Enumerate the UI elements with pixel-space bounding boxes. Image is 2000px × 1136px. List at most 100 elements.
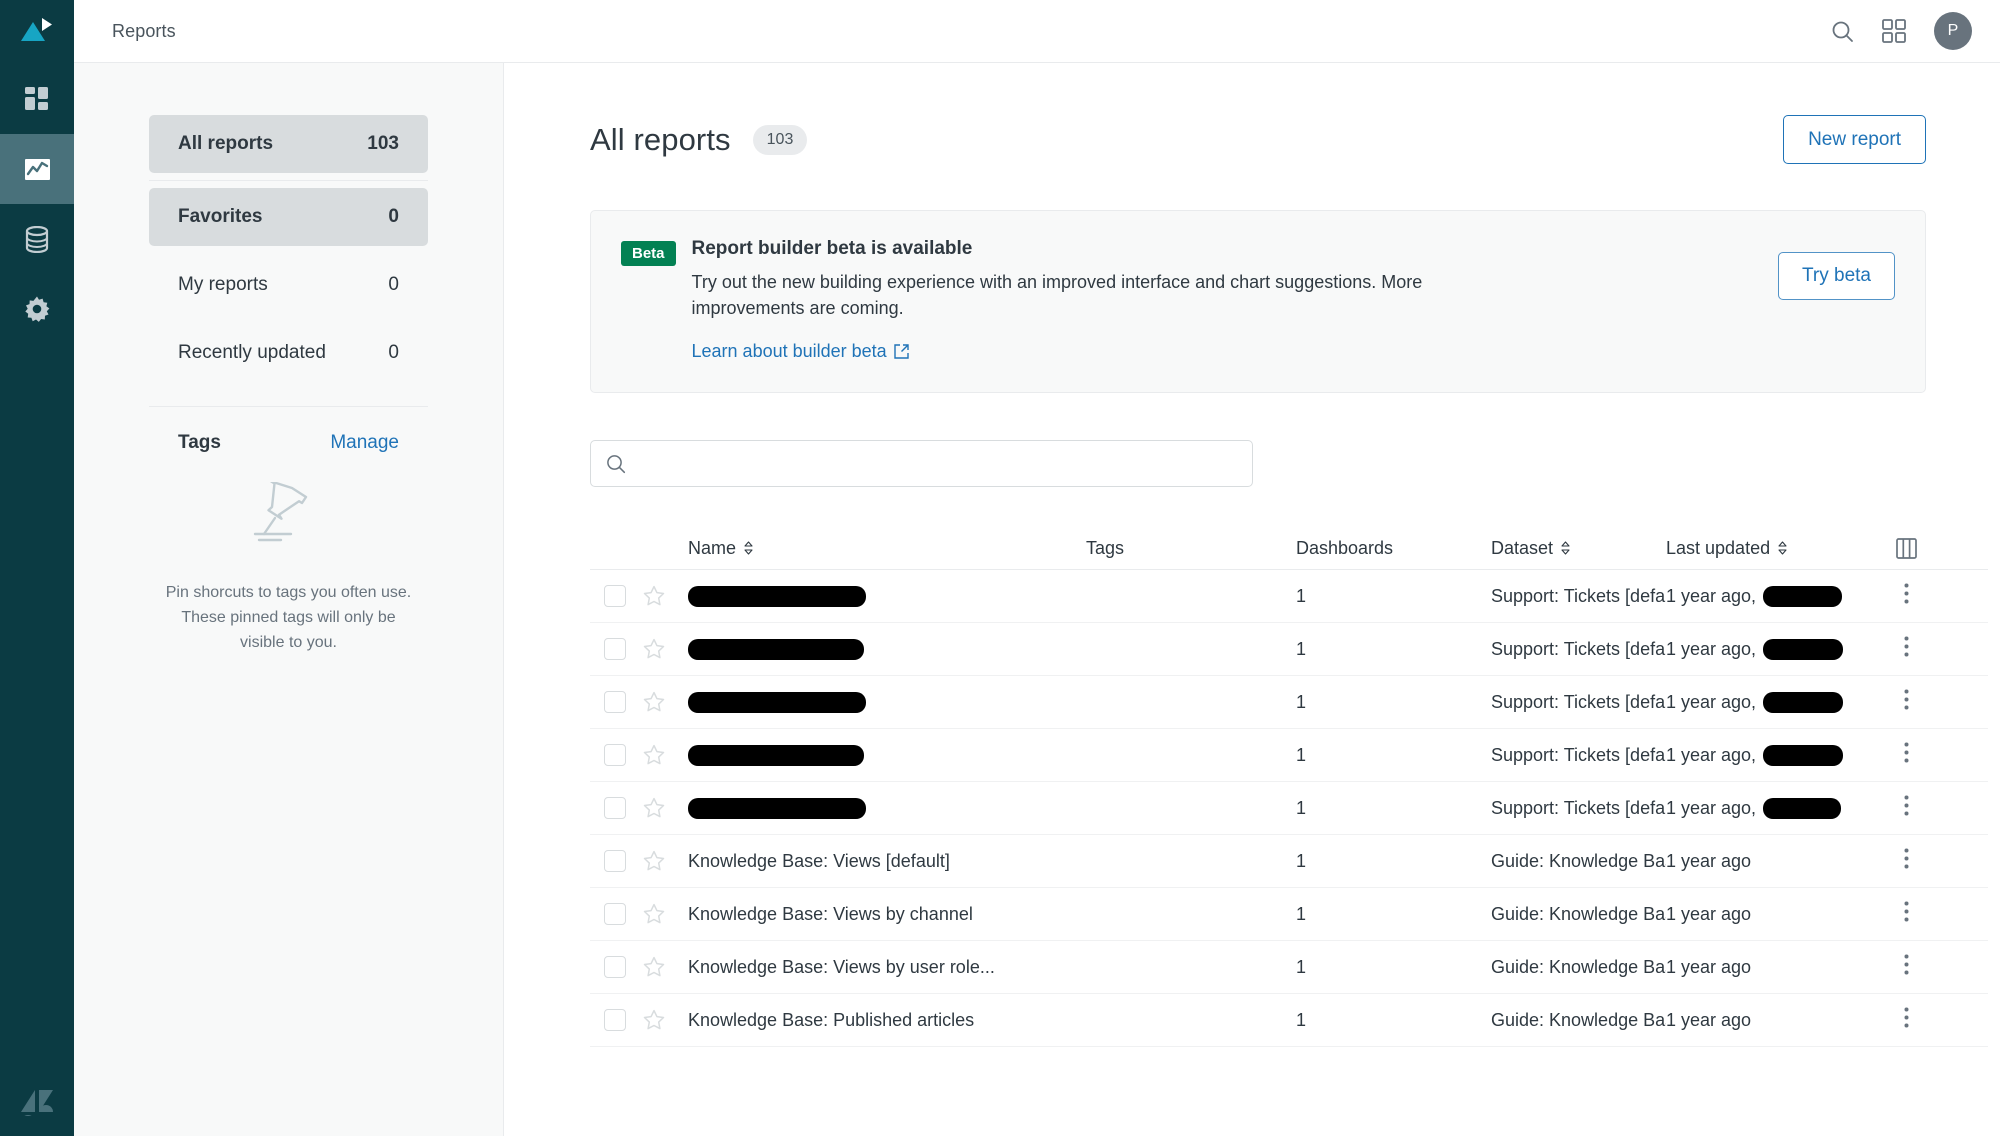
- settings-gear-icon: [25, 296, 50, 322]
- sort-name[interactable]: Name: [688, 538, 754, 559]
- row-overflow-menu[interactable]: [1904, 795, 1909, 821]
- sort-last-updated[interactable]: Last updated: [1666, 538, 1788, 559]
- row-dashboards-cell: 1: [1296, 639, 1491, 660]
- rail-item-dashboards[interactable]: [0, 64, 74, 134]
- row-overflow-menu-icon: [1904, 689, 1908, 710]
- last-updated-text: 1 year ago: [1666, 903, 1752, 924]
- table-row[interactable]: Knowledge Base: Views by user role... 1 Gu…: [590, 941, 1988, 995]
- apps-grid-icon[interactable]: [1882, 19, 1906, 43]
- new-report-button[interactable]: New report: [1783, 115, 1926, 164]
- tags-manage-link[interactable]: Manage: [330, 432, 399, 454]
- row-dashboards: 1: [1296, 903, 1307, 924]
- report-name[interactable]: Knowledge Base: Views [default]: [688, 851, 950, 871]
- row-checkbox[interactable]: [604, 585, 626, 608]
- row-overflow-menu[interactable]: [1904, 901, 1909, 927]
- row-menu-cell[interactable]: [1876, 742, 1936, 768]
- search-input[interactable]: [637, 453, 1237, 474]
- topbar: Reports P: [74, 0, 2000, 63]
- row-favorite-cell[interactable]: [643, 956, 688, 978]
- search-section: [590, 440, 1926, 488]
- row-favorite-cell[interactable]: [643, 691, 688, 713]
- row-menu-cell[interactable]: [1876, 901, 1936, 927]
- row-favorite-cell[interactable]: [643, 585, 688, 607]
- row-overflow-menu[interactable]: [1904, 689, 1909, 715]
- sidebar-item-my-reports[interactable]: My reports 0: [149, 256, 428, 314]
- row-menu-cell[interactable]: [1876, 795, 1936, 821]
- row-checkbox[interactable]: [604, 797, 626, 820]
- row-favorite-cell[interactable]: [643, 1009, 688, 1031]
- header-tags: Tags: [1086, 538, 1296, 559]
- row-checkbox[interactable]: [604, 903, 626, 926]
- header-dashboards-label: Dashboards: [1296, 537, 1394, 558]
- row-checkbox[interactable]: [604, 691, 626, 714]
- rail-item-datasets[interactable]: [0, 204, 74, 274]
- row-menu-cell[interactable]: [1876, 583, 1936, 609]
- row-checkbox[interactable]: [604, 956, 626, 979]
- row-menu-cell[interactable]: [1876, 954, 1936, 980]
- rail-item-settings[interactable]: [0, 274, 74, 344]
- row-dataset: Support: Tickets [defau: [1491, 797, 1666, 818]
- header-last-updated-label: Last updated: [1666, 537, 1771, 558]
- row-overflow-menu[interactable]: [1904, 742, 1909, 768]
- row-menu-cell[interactable]: [1876, 1007, 1936, 1033]
- row-dashboards: 1: [1296, 585, 1307, 606]
- row-checkbox[interactable]: [604, 744, 626, 767]
- row-favorite-cell[interactable]: [643, 744, 688, 766]
- row-menu-cell[interactable]: [1876, 689, 1936, 715]
- row-checkbox[interactable]: [604, 638, 626, 661]
- header-last-updated[interactable]: Last updated: [1666, 538, 1876, 559]
- row-checkbox-cell: [590, 903, 643, 926]
- row-favorite-cell[interactable]: [643, 797, 688, 819]
- row-checkbox[interactable]: [604, 850, 626, 873]
- table-row[interactable]: Knowledge Base: Views [default] 1 Guide: K…: [590, 835, 1988, 889]
- row-menu-cell[interactable]: [1876, 848, 1936, 874]
- row-checkbox[interactable]: [604, 1009, 626, 1032]
- row-favorite-cell[interactable]: [643, 638, 688, 660]
- table-row[interactable]: 1 Support: Tickets [defau 1 year ago,: [590, 623, 1988, 677]
- row-dataset: Guide: Knowledge Base: [1491, 1009, 1666, 1030]
- sidebar-item-recently-updated[interactable]: Recently updated 0: [149, 324, 428, 382]
- search-icon[interactable]: [1831, 20, 1854, 43]
- sidebar-item-label: Recently updated: [178, 342, 326, 363]
- row-favorite-cell[interactable]: [643, 850, 688, 872]
- search-box[interactable]: [590, 440, 1253, 488]
- header-columns-settings[interactable]: [1876, 537, 1936, 559]
- row-dashboards-cell: 1: [1296, 904, 1491, 925]
- row-overflow-menu[interactable]: [1904, 848, 1909, 874]
- header-dataset[interactable]: Dataset: [1491, 538, 1666, 559]
- row-last-updated-cell: 1 year ago: [1666, 1010, 1876, 1031]
- rail-item-reports[interactable]: [0, 134, 74, 204]
- header-name[interactable]: Name: [688, 538, 1086, 559]
- table-row[interactable]: 1 Support: Tickets [defau 1 year ago,: [590, 570, 1988, 624]
- table-row[interactable]: Knowledge Base: Published articles 1 Guide…: [590, 994, 1988, 1048]
- table-row[interactable]: Knowledge Base: Views by channel 1 Guide: …: [590, 888, 1988, 942]
- table-row[interactable]: 1 Support: Tickets [defau 1 year ago,: [590, 782, 1988, 836]
- row-checkbox-cell: [590, 1009, 643, 1032]
- learn-about-builder-beta-link[interactable]: Learn about builder beta: [692, 341, 909, 362]
- last-updated-text: 1 year ago,: [1666, 585, 1757, 606]
- app-root: Reports P All reports 103 Favorites 0 My…: [0, 0, 2000, 1136]
- avatar[interactable]: P: [1934, 12, 1972, 50]
- report-name[interactable]: Knowledge Base: Published articles: [688, 1010, 974, 1030]
- row-overflow-menu-icon: [1904, 954, 1908, 975]
- sidebar-item-all-reports[interactable]: All reports 103: [149, 115, 428, 173]
- row-overflow-menu[interactable]: [1904, 583, 1909, 609]
- sort-dataset[interactable]: Dataset: [1491, 538, 1571, 559]
- report-name[interactable]: Knowledge Base: Views by channel: [688, 904, 973, 924]
- row-overflow-menu-icon: [1904, 848, 1908, 869]
- avatar-initial: P: [1947, 22, 1959, 39]
- table-row[interactable]: 1 Support: Tickets [defau 1 year ago,: [590, 676, 1988, 730]
- table-row[interactable]: 1 Support: Tickets [defau 1 year ago,: [590, 729, 1988, 783]
- row-favorite-cell[interactable]: [643, 903, 688, 925]
- row-overflow-menu[interactable]: [1904, 1007, 1909, 1033]
- row-dataset: Support: Tickets [defau: [1491, 585, 1666, 606]
- try-beta-button[interactable]: Try beta: [1778, 252, 1895, 300]
- sidebar-nav-list-2: Favorites 0 My reports 0 Recently update…: [74, 188, 503, 382]
- favorite-star-icon: [643, 1010, 665, 1030]
- sidebar-item-favorites[interactable]: Favorites 0: [149, 188, 428, 246]
- explore-logo[interactable]: [0, 0, 74, 64]
- row-overflow-menu[interactable]: [1904, 954, 1909, 980]
- row-overflow-menu[interactable]: [1904, 636, 1909, 662]
- report-name[interactable]: Knowledge Base: Views by user role...: [688, 957, 995, 977]
- row-menu-cell[interactable]: [1876, 636, 1936, 662]
